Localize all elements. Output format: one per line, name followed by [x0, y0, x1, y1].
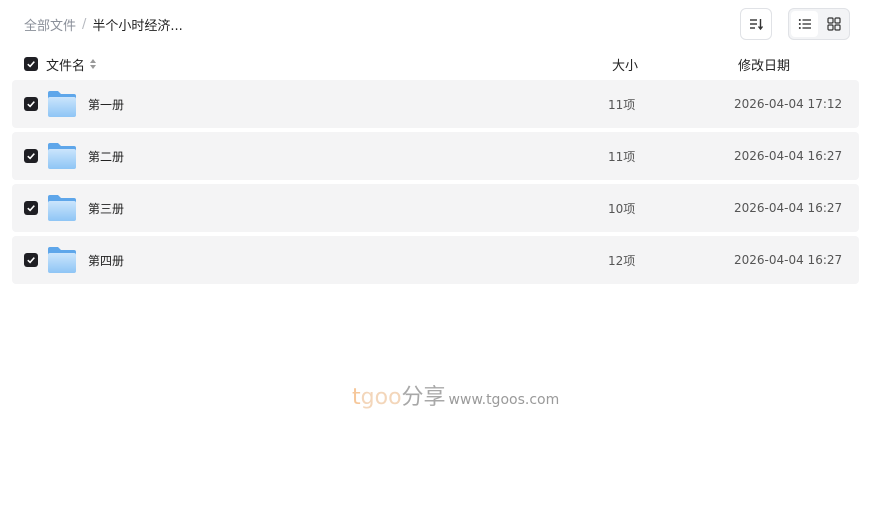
file-size: 10项: [608, 201, 636, 216]
watermark-brand-t: t: [352, 385, 361, 410]
breadcrumb: 全部文件 / 半个小时经济...: [24, 14, 183, 34]
checkbox-checked-icon: [24, 57, 38, 71]
file-name[interactable]: 第四册: [88, 236, 124, 284]
file-date: 2026-04-04 16:27: [734, 253, 843, 267]
table-row[interactable]: 第一册 11项 2026-04-04 17:12: [12, 80, 859, 128]
file-size: 11项: [608, 97, 636, 112]
row-checkbox[interactable]: [24, 184, 38, 232]
watermark-brand-cn: 分享: [401, 385, 446, 410]
table-header: 文件名 大小 修改日期: [12, 52, 859, 76]
header-name[interactable]: 文件名: [46, 52, 97, 76]
sort-icon: [750, 19, 764, 31]
watermark-url: www.tgoos.com: [448, 392, 560, 408]
select-all-checkbox[interactable]: [24, 52, 38, 76]
breadcrumb-separator: /: [82, 16, 87, 32]
file-name[interactable]: 第三册: [88, 184, 124, 232]
grid-view-button[interactable]: [820, 11, 847, 37]
file-date: 2026-04-04 16:27: [734, 201, 843, 215]
file-name[interactable]: 第一册: [88, 80, 124, 128]
checkbox-checked-icon: [24, 149, 38, 163]
watermark: t goo 分享 www.tgoos.com: [352, 379, 559, 411]
folder-icon: [47, 236, 77, 284]
file-name[interactable]: 第二册: [88, 132, 124, 180]
checkbox-checked-icon: [24, 253, 38, 267]
sort-button[interactable]: [740, 8, 772, 40]
table-row[interactable]: 第三册 10项 2026-04-04 16:27: [12, 184, 859, 232]
breadcrumb-root-link[interactable]: 全部文件: [24, 15, 76, 34]
grid-view-icon: [826, 17, 841, 31]
breadcrumb-current: 半个小时经济...: [92, 18, 183, 34]
file-date: 2026-04-04 17:12: [734, 97, 843, 111]
folder-icon: [47, 184, 77, 232]
row-checkbox[interactable]: [24, 80, 38, 128]
file-list: 第一册 11项 2026-04-04 17:12 第二册 11项 2026-04…: [12, 80, 859, 288]
view-toggle: [788, 8, 850, 40]
header-name-label: 文件名: [46, 58, 86, 74]
list-view-icon: [798, 19, 811, 29]
sort-toggle-icon: [90, 59, 97, 69]
row-checkbox[interactable]: [24, 132, 38, 180]
file-size: 12项: [608, 253, 636, 268]
header-date: 修改日期: [738, 58, 791, 74]
watermark-brand-goo: goo: [360, 385, 402, 410]
checkbox-checked-icon: [24, 201, 38, 215]
list-view-button[interactable]: [791, 11, 818, 37]
table-row[interactable]: 第四册 12项 2026-04-04 16:27: [12, 236, 859, 284]
file-size: 11项: [608, 149, 636, 164]
folder-icon: [47, 80, 77, 128]
folder-icon: [47, 132, 77, 180]
row-checkbox[interactable]: [24, 236, 38, 284]
header-size: 大小: [612, 58, 639, 74]
file-date: 2026-04-04 16:27: [734, 149, 843, 163]
checkbox-checked-icon: [24, 97, 38, 111]
table-row[interactable]: 第二册 11项 2026-04-04 16:27: [12, 132, 859, 180]
